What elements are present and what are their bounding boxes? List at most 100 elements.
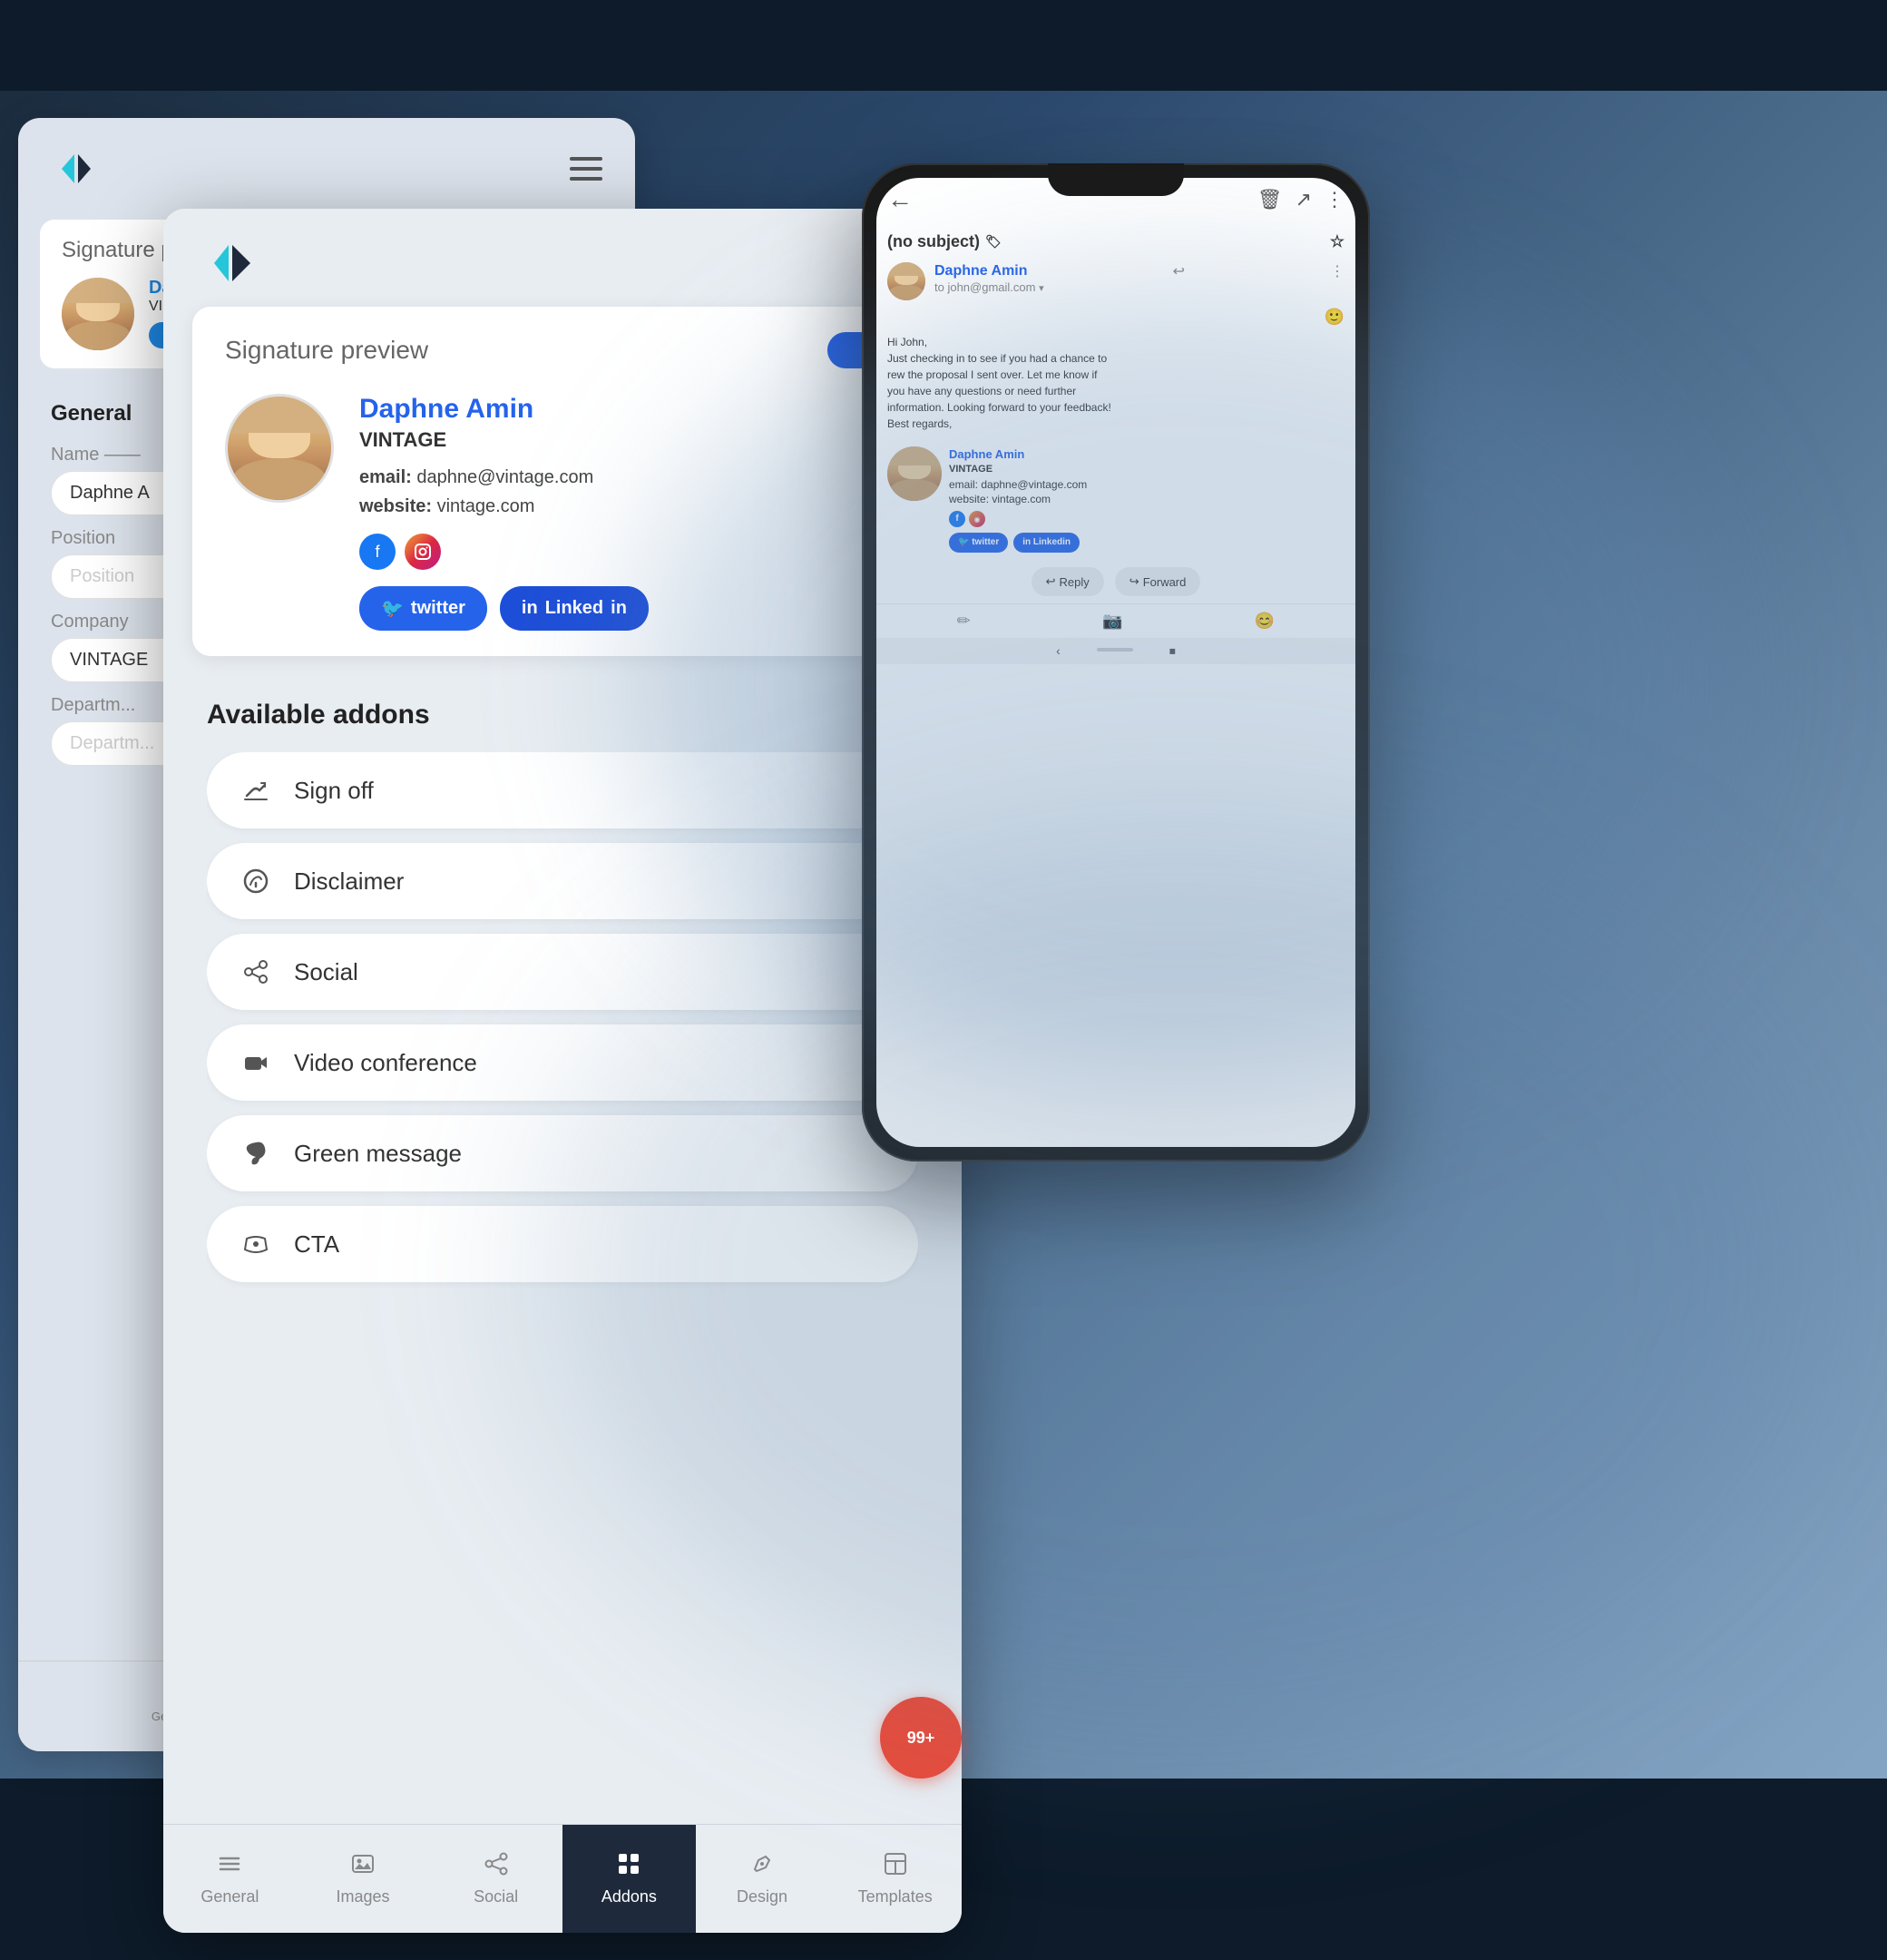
green-message-icon bbox=[236, 1133, 276, 1173]
ig-icon-phone: ◉ bbox=[969, 511, 985, 527]
design-nav-label: Design bbox=[737, 1887, 787, 1906]
addon-video-conference[interactable]: Video conference bbox=[207, 1024, 918, 1101]
back-arrow-icon[interactable]: ← bbox=[887, 185, 913, 214]
logo-icon-behind bbox=[51, 143, 102, 194]
twitter-button-label: twitter bbox=[411, 598, 465, 619]
addons-section: Available addons Sign off bbox=[163, 678, 962, 1318]
sig-details-phone: Daphne Amin VINTAGE email: daphne@vintag… bbox=[949, 446, 1087, 553]
notification-badge: 99+ bbox=[880, 1697, 962, 1779]
nav-social[interactable]: Social bbox=[429, 1825, 562, 1933]
reply-arrow-icon: ↩ bbox=[1046, 574, 1056, 589]
sign-off-label: Sign off bbox=[294, 777, 374, 805]
camera-icon[interactable]: 📷 bbox=[1102, 612, 1122, 631]
sign-off-icon bbox=[236, 770, 276, 810]
smiley-icon[interactable]: 😊 bbox=[1255, 612, 1275, 631]
images-nav-icon bbox=[350, 1851, 376, 1882]
green-message-label: Green message bbox=[294, 1140, 462, 1168]
sig-company: VINTAGE bbox=[359, 428, 900, 452]
compose-icon[interactable]: ✏ bbox=[957, 612, 971, 631]
social-icon bbox=[236, 952, 276, 992]
nav-general[interactable]: General bbox=[163, 1825, 297, 1933]
panel-header bbox=[163, 209, 962, 307]
nav-templates[interactable]: Templates bbox=[828, 1825, 962, 1933]
cta-label: CTA bbox=[294, 1230, 339, 1259]
images-nav-label: Images bbox=[336, 1887, 389, 1906]
disclaimer-label: Disclaimer bbox=[294, 867, 404, 896]
sig-buttons-phone: 🐦 twitter in Linkedin bbox=[949, 533, 1087, 553]
email-signature: Daphne Amin VINTAGE email: daphne@vintag… bbox=[876, 439, 1355, 560]
share-icon[interactable]: ↗ bbox=[1295, 188, 1312, 211]
general-nav-icon bbox=[217, 1851, 242, 1882]
video-conference-icon bbox=[236, 1043, 276, 1083]
linkedin-sig-btn-phone[interactable]: in Linkedin bbox=[1013, 533, 1080, 553]
addons-list: Sign off Disclaimer bbox=[207, 752, 918, 1297]
avatar-behind bbox=[62, 278, 134, 350]
addon-sign-off[interactable]: Sign off bbox=[207, 752, 918, 828]
social-nav-icon bbox=[484, 1851, 509, 1882]
sender-name: Daphne Amin bbox=[934, 263, 1028, 279]
reply-button[interactable]: ↩ Reply bbox=[1031, 567, 1104, 596]
sig-content: Daphne Amin VINTAGE email: daphne@vintag… bbox=[225, 394, 900, 631]
nav-images[interactable]: Images bbox=[297, 1825, 430, 1933]
website-value: vintage.com bbox=[437, 496, 535, 516]
star-icon[interactable]: ☆ bbox=[1330, 232, 1344, 251]
sig-social-icons: f bbox=[359, 534, 900, 570]
reply-icon[interactable]: ↩ bbox=[1173, 262, 1185, 280]
facebook-icon[interactable]: f bbox=[359, 534, 396, 570]
emoji-icon[interactable]: 🙂 bbox=[1325, 308, 1344, 327]
linkedin-button[interactable]: in Linked in bbox=[500, 586, 649, 631]
instagram-icon[interactable] bbox=[405, 534, 441, 570]
sender-info: Daphne Amin ↩ ⋮ to john@gmail.com ▾ bbox=[934, 262, 1344, 300]
sig-preview-header: Signature preview bbox=[225, 332, 900, 368]
addon-green-message[interactable]: Green message bbox=[207, 1115, 918, 1191]
phone-notch bbox=[1048, 163, 1184, 196]
social-label: Social bbox=[294, 958, 358, 986]
twitter-sig-btn-phone[interactable]: 🐦 twitter bbox=[949, 533, 1008, 553]
more-icon[interactable]: ⋮ bbox=[1325, 188, 1344, 211]
trash-icon[interactable]: 🗑 bbox=[1257, 188, 1283, 211]
sig-avatar bbox=[225, 394, 334, 503]
forward-button[interactable]: ↪ Forward bbox=[1115, 567, 1201, 596]
addon-social[interactable]: Social bbox=[207, 934, 918, 1010]
website-label: website: bbox=[359, 496, 432, 516]
menu-icon-behind[interactable] bbox=[570, 157, 602, 181]
nav-addons[interactable]: Addons bbox=[562, 1825, 696, 1933]
social-nav-label: Social bbox=[474, 1887, 518, 1906]
nav-design[interactable]: Design bbox=[696, 1825, 829, 1933]
reply-label: Reply bbox=[1060, 575, 1090, 589]
addon-cta[interactable]: CTA bbox=[207, 1206, 918, 1282]
home-indicator bbox=[1097, 648, 1133, 652]
addon-disclaimer[interactable]: Disclaimer bbox=[207, 843, 918, 919]
phone-camera-icon[interactable]: ⏹ bbox=[1169, 643, 1176, 659]
badge-count: 99+ bbox=[907, 1729, 935, 1748]
sig-info: Daphne Amin VINTAGE email: daphne@vintag… bbox=[359, 394, 900, 631]
email-label: email: bbox=[359, 467, 412, 487]
more-options-icon[interactable]: ⋮ bbox=[1330, 262, 1344, 280]
sig-preview-label: Signature preview bbox=[225, 336, 428, 365]
addons-nav-label: Addons bbox=[601, 1887, 657, 1906]
twitter-bird-icon: 🐦 bbox=[381, 597, 404, 620]
cta-icon bbox=[236, 1224, 276, 1264]
sig-name: Daphne Amin bbox=[359, 394, 900, 425]
body-text: Hi John, Just checking in to see if you … bbox=[887, 334, 1344, 432]
reaction-bar: 🙂 bbox=[876, 308, 1355, 327]
subject-text: (no subject) bbox=[887, 232, 980, 251]
email-subject: (no subject) 🏷 ☆ bbox=[876, 229, 1355, 255]
linkedin-icon: in bbox=[522, 598, 538, 619]
sig-name-phone: Daphne Amin bbox=[949, 446, 1087, 463]
email-body: Hi John, Just checking in to see if you … bbox=[876, 327, 1355, 439]
sig-avatar-phone bbox=[887, 446, 942, 501]
sig-details: email: daphne@vintage.com website: vinta… bbox=[359, 463, 900, 521]
to-text: to john@gmail.com bbox=[934, 280, 1035, 294]
addons-nav-icon bbox=[616, 1851, 641, 1882]
email-to: to john@gmail.com ▾ bbox=[934, 280, 1344, 294]
fb-icon-phone: f bbox=[949, 511, 965, 527]
sig-website-phone: website: vintage.com bbox=[949, 492, 1087, 507]
linkedin-button-label: Linked bbox=[545, 598, 603, 619]
sig-company-phone: VINTAGE bbox=[949, 463, 1087, 476]
phone-back-icon[interactable]: ‹ bbox=[1056, 643, 1061, 659]
twitter-button[interactable]: 🐦 twitter bbox=[359, 586, 487, 631]
chevron-down-icon: ▾ bbox=[1039, 283, 1044, 294]
sender-avatar bbox=[887, 262, 925, 300]
logo-icon bbox=[207, 238, 258, 289]
